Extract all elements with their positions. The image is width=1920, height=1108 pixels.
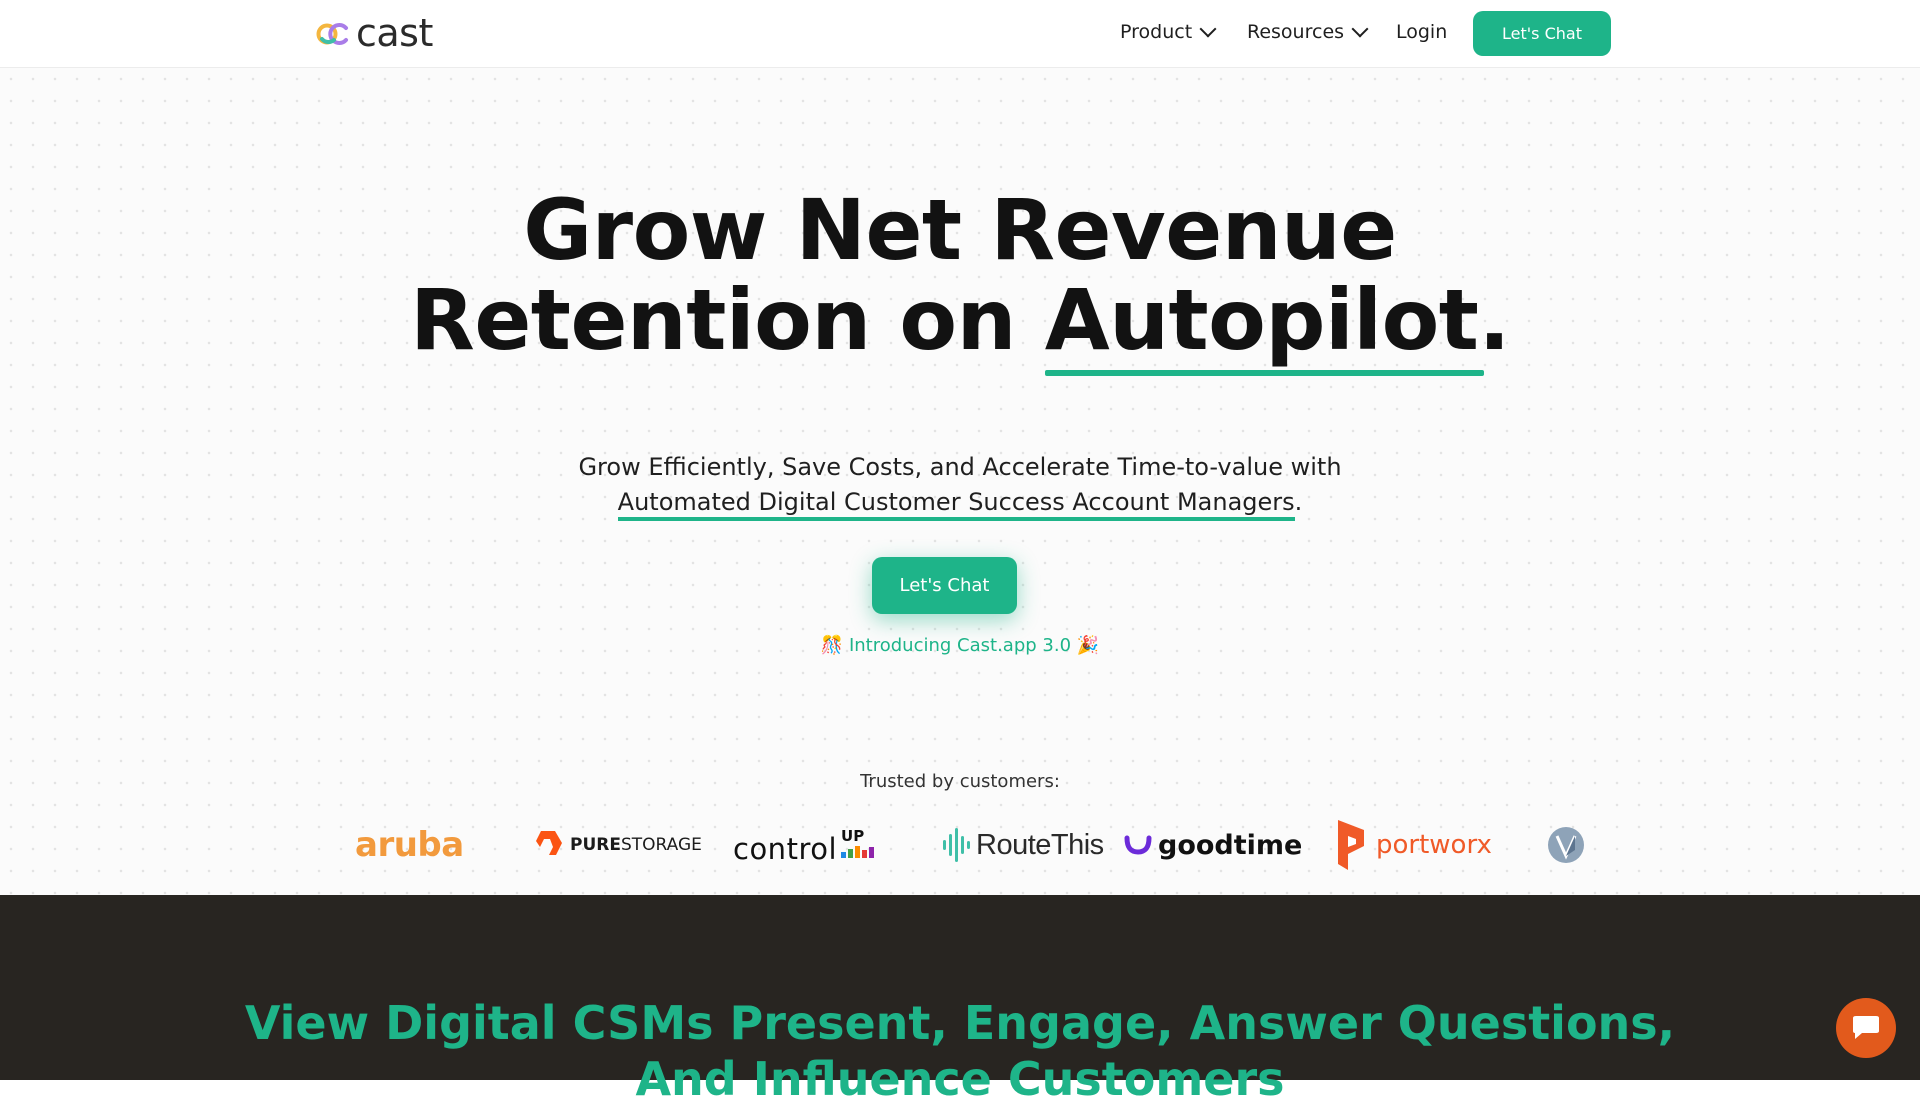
routethis-logo-text: RouteThis bbox=[976, 828, 1104, 861]
purestorage-logo: PURE STORAGE bbox=[532, 812, 702, 878]
portworx-logo-text: portworx bbox=[1376, 830, 1492, 860]
features-title-line1: View Digital CSMs Present, Engage, Answe… bbox=[244, 996, 1676, 1050]
introducing-link[interactable]: 🎊 Introducing Cast.app 3.0 🎉 bbox=[0, 635, 1920, 656]
nav-lets-chat-button[interactable]: Let's Chat bbox=[1473, 11, 1611, 56]
purestorage-logo-light: STORAGE bbox=[620, 835, 702, 855]
chat-bubble-icon bbox=[1853, 1016, 1879, 1039]
purestorage-logo-bold: PURE bbox=[570, 835, 621, 855]
controlup-bars-icon bbox=[841, 846, 875, 858]
nav-product-label: Product bbox=[1120, 21, 1193, 43]
hero-title-line1: Grow Net Revenue bbox=[523, 181, 1397, 279]
controlup-logo: control UP bbox=[733, 812, 875, 878]
goodtime-logo: goodtime bbox=[1124, 812, 1302, 878]
trusted-heading: Trusted by customers: bbox=[860, 771, 1060, 792]
hero-title-line2-start: Retention on bbox=[410, 271, 1045, 369]
hero-subtitle-link[interactable]: Automated Digital Customer Success Accou… bbox=[617, 488, 1295, 521]
nav-login-label: Login bbox=[1396, 21, 1448, 43]
aruba-logo-text: aruba bbox=[355, 825, 464, 865]
portworx-mark-icon bbox=[1338, 820, 1364, 870]
portworx-logo: portworx bbox=[1334, 812, 1492, 878]
goodtime-logo-text: goodtime bbox=[1158, 829, 1303, 861]
routethis-logo: RouteThis bbox=[942, 812, 1104, 878]
chevron-down-icon bbox=[1199, 20, 1217, 38]
hero-subtitle-period: . bbox=[1294, 488, 1303, 516]
controlup-logo-text: control bbox=[733, 832, 838, 866]
chat-widget-button[interactable] bbox=[1836, 998, 1896, 1058]
goodtime-mark-icon bbox=[1124, 835, 1152, 855]
confetti-ball-icon: 🎊 bbox=[820, 635, 844, 656]
controlup-up-block: UP bbox=[841, 828, 875, 858]
purestorage-mark-icon bbox=[536, 831, 562, 855]
features-title-line2: And Influence Customers bbox=[635, 1052, 1285, 1106]
nav-resources[interactable]: Resources bbox=[1247, 20, 1369, 43]
logo-text: cast bbox=[356, 11, 433, 55]
chevron-down-icon bbox=[1351, 20, 1369, 38]
hero-title-highlight: Autopilot. bbox=[1044, 271, 1510, 376]
party-popper-icon: 🎉 bbox=[1076, 635, 1100, 656]
cast-logo-mark-icon bbox=[316, 23, 348, 45]
aruba-logo: aruba bbox=[355, 812, 464, 878]
customer-logos-strip: aruba PURE STORAGE control UP RouteThis … bbox=[0, 812, 1920, 878]
hero-subtitle-line2: Automated Digital Customer Success Accou… bbox=[0, 485, 1920, 521]
controlup-sup: UP bbox=[841, 827, 865, 845]
hero-title-line2: Retention on Autopilot. bbox=[0, 271, 1920, 376]
nav-product[interactable]: Product bbox=[1120, 20, 1217, 43]
v-logo bbox=[1547, 812, 1585, 878]
v-logo-mark-icon bbox=[1548, 827, 1584, 863]
introducing-text: Introducing Cast.app 3.0 bbox=[848, 635, 1072, 656]
nav-resources-label: Resources bbox=[1247, 21, 1345, 43]
nav-login[interactable]: Login bbox=[1396, 21, 1447, 43]
hero-subtitle-line1: Grow Efficiently, Save Costs, and Accele… bbox=[578, 453, 1342, 481]
top-navbar: cast Product Resources Login Let's Chat bbox=[0, 0, 1920, 68]
routethis-wave-icon bbox=[943, 828, 970, 862]
cast-logo[interactable]: cast bbox=[316, 13, 433, 53]
hero-lets-chat-button[interactable]: Let's Chat bbox=[872, 557, 1017, 614]
